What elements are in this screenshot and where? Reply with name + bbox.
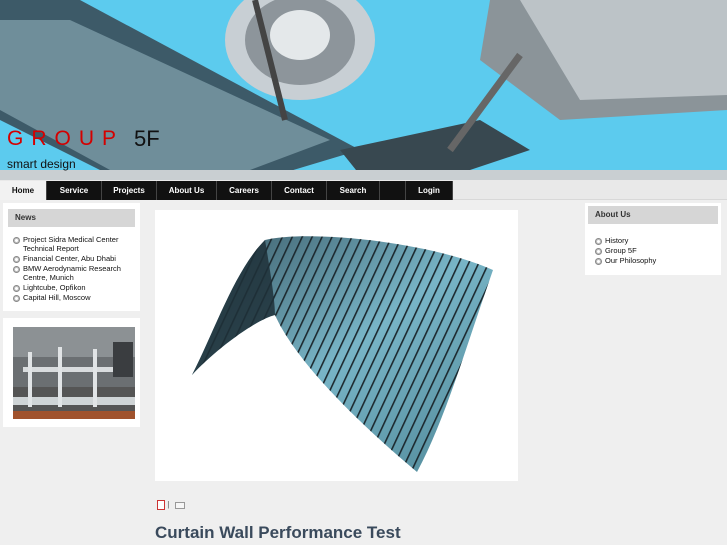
about-title: About Us	[588, 206, 718, 224]
about-list: History Group 5F Our Philosophy	[585, 224, 721, 265]
news-title: News	[8, 209, 135, 227]
curtain-wall-image	[192, 236, 493, 472]
nav-about-us[interactable]: About Us	[157, 181, 217, 200]
header-image	[0, 0, 727, 180]
article-tools: |	[157, 500, 185, 510]
separator: |	[167, 500, 170, 510]
nav-projects[interactable]: Projects	[102, 181, 157, 200]
pdf-icon[interactable]	[157, 500, 165, 510]
project-thumbnail[interactable]	[13, 327, 135, 419]
about-item-history[interactable]: History	[595, 236, 711, 245]
news-list: Project Sidra Medical Center Technical R…	[3, 227, 140, 302]
brand-number: 5F	[134, 126, 160, 151]
featured-image-panel	[155, 210, 518, 481]
nav-careers[interactable]: Careers	[217, 181, 272, 200]
nav-service[interactable]: Service	[47, 181, 102, 200]
news-item[interactable]: Capital Hill, Moscow	[13, 293, 130, 302]
news-item[interactable]: BMW Aerodynamic Research Centre, Munich	[13, 264, 130, 282]
about-item-philosophy[interactable]: Our Philosophy	[595, 256, 711, 265]
brand-name: GROUP	[7, 127, 125, 150]
news-item[interactable]: Financial Center, Abu Dhabi	[13, 254, 130, 263]
project-thumbnail-box	[3, 318, 140, 427]
article-title: Curtain Wall Performance Test	[155, 523, 401, 542]
nav-login[interactable]: Login	[406, 181, 453, 200]
nav-contact[interactable]: Contact	[272, 181, 327, 200]
about-box: About Us History Group 5F Our Philosophy	[585, 203, 721, 275]
nav-home[interactable]: Home	[0, 181, 47, 200]
header-banner: GROUP 5F smart design	[0, 0, 727, 180]
brand-tagline: smart design	[7, 157, 76, 171]
nav-search[interactable]: Search	[327, 181, 380, 200]
news-box: News Project Sidra Medical Center Techni…	[3, 203, 140, 311]
about-item-group5f[interactable]: Group 5F	[595, 246, 711, 255]
email-icon[interactable]	[174, 501, 185, 509]
nav-blank[interactable]	[380, 181, 406, 200]
main-nav: Home Service Projects About Us Careers C…	[0, 180, 727, 200]
news-item[interactable]: Project Sidra Medical Center Technical R…	[13, 235, 130, 253]
news-item[interactable]: Lightcube, Opfikon	[13, 283, 130, 292]
